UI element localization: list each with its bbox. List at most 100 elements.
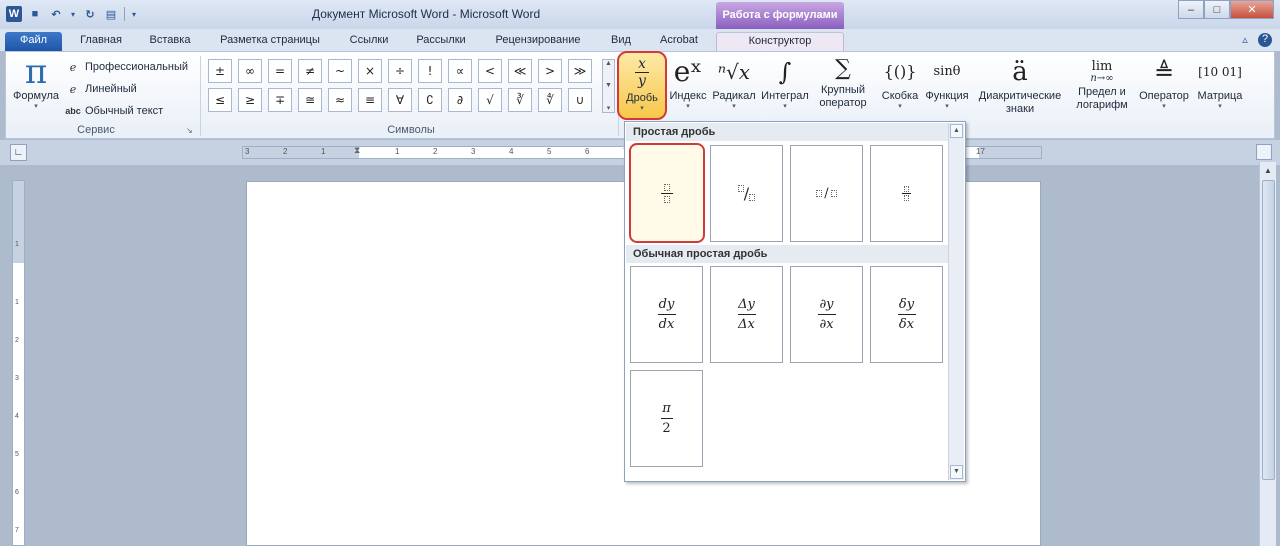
section-title-common-fraction: Обычная простая дробь	[626, 245, 948, 263]
symbol-minus-plus[interactable]: ∓	[268, 88, 292, 112]
function-button[interactable]: sinθ Функция ▾	[922, 54, 972, 111]
scroll-thumb[interactable]	[1262, 180, 1275, 480]
script-button[interactable]: eˣ Индекс ▾	[668, 54, 708, 111]
symbol-less-equal[interactable]: ≤	[208, 88, 232, 112]
professional-button[interactable]: e Профессиональный	[65, 56, 188, 78]
linear-button[interactable]: e Линейный	[65, 78, 188, 100]
window-title: Документ Microsoft Word - Microsoft Word	[312, 7, 541, 21]
maximize-button[interactable]: □	[1204, 0, 1230, 19]
symbol-approx[interactable]: ≈	[328, 88, 352, 112]
bracket-label: Скобка	[881, 90, 919, 102]
scroll-up-icon[interactable]: ▲	[1260, 162, 1276, 179]
group-launcher-icon[interactable]: ↘	[186, 126, 193, 135]
linear-fraction-option[interactable]: /	[790, 145, 863, 242]
help-icon[interactable]: ?	[1258, 33, 1272, 47]
symbol-greater-equal[interactable]: ≥	[238, 88, 262, 112]
save-icon[interactable]: ■	[27, 6, 43, 22]
more-symbols-icon[interactable]: ▾	[607, 104, 611, 112]
limit-log-button[interactable]: lim n→∞ Предел и логарифм	[1068, 54, 1136, 112]
symbol-factorial[interactable]: !	[418, 59, 442, 83]
symbol-partial[interactable]: ∂	[448, 88, 472, 112]
symbol-congruent[interactable]: ≅	[298, 88, 322, 112]
symbol-plus-minus[interactable]: ±	[208, 59, 232, 83]
minimize-button[interactable]: –	[1178, 0, 1204, 19]
tab-insert[interactable]: Вставка	[139, 32, 201, 51]
service-group-label: Сервис	[77, 124, 115, 136]
symbol-sqrt[interactable]: √	[478, 88, 502, 112]
symbol-infinity[interactable]: ∞	[238, 59, 262, 83]
vertical-ruler[interactable]: 1 1 2 3 4 5 6 7	[12, 180, 25, 546]
close-button[interactable]: ✕	[1230, 0, 1274, 19]
small-fraction-option[interactable]	[870, 145, 943, 242]
symbol-greater[interactable]: >	[538, 59, 562, 83]
scroll-down-icon[interactable]: ▼	[605, 82, 612, 89]
large-operator-button[interactable]: ∑ Крупный оператор	[812, 54, 874, 110]
formula-button[interactable]: π Формула ▾	[10, 54, 62, 111]
undo-icon[interactable]: ↶	[48, 6, 64, 22]
symbols-scroll[interactable]: ▲ ▼ ▾	[602, 59, 615, 113]
tab-references[interactable]: Ссылки	[338, 32, 400, 51]
symbol-much-greater[interactable]: ≫	[568, 59, 592, 83]
fraction-button[interactable]: x y Дробь ▾	[617, 51, 667, 120]
tab-view[interactable]: Вид	[602, 32, 640, 51]
denominator: δx	[898, 317, 915, 332]
symbol-less[interactable]: <	[478, 59, 502, 83]
collapse-ribbon-icon[interactable]: ▵	[1238, 33, 1252, 47]
tab-selector-icon[interactable]: ∟	[10, 144, 27, 161]
fraction-pi-over-2-option[interactable]: π2	[630, 370, 703, 467]
symbol-union[interactable]: ∪	[568, 88, 592, 112]
matrix-button[interactable]: [10 01] Матрица ▾	[1192, 54, 1248, 111]
fraction-dy-dx-option[interactable]: dy dx	[630, 266, 703, 363]
fraction-partial-option[interactable]: ∂y ∂x	[790, 266, 863, 363]
tab-file[interactable]: Файл	[5, 32, 62, 51]
indent-marker-icon[interactable]: ⧗	[354, 147, 360, 156]
symbol-equals[interactable]: =	[268, 59, 292, 83]
vertical-scrollbar[interactable]: ▲	[1259, 162, 1276, 546]
accent-label-2: знаки	[1005, 103, 1035, 115]
symbols-grid: ± ∞ = ≠ ~ × ÷ ! ∝ < ≪ > ≫ ≤ ≥ ∓ ≅ ≈ ≡ ∀ …	[208, 59, 593, 112]
scroll-up-icon[interactable]: ▲	[605, 60, 612, 67]
bracket-button[interactable]: {()} Скобка ▾	[878, 54, 922, 111]
symbol-cbrt[interactable]: ∛	[508, 88, 532, 112]
redo-icon[interactable]: ↻	[82, 6, 98, 22]
radical-button[interactable]: ⁿ√x Радикал ▾	[710, 54, 758, 111]
tab-constructor[interactable]: Конструктор	[716, 32, 844, 51]
tab-mailings[interactable]: Рассылки	[408, 32, 474, 51]
fraction-delta-option[interactable]: Δy Δx	[710, 266, 783, 363]
accent-button[interactable]: ä Диакритические знаки	[972, 54, 1068, 116]
symbol-for-all[interactable]: ∀	[388, 88, 412, 112]
symbol-fourth-root[interactable]: ∜	[538, 88, 562, 112]
operator-button[interactable]: ≜ Оператор ▾	[1136, 54, 1192, 111]
tab-home[interactable]: Главная	[70, 32, 132, 51]
gallery-scrollbar[interactable]: ▲ ▼	[948, 123, 964, 480]
view-ruler-icon[interactable]	[1256, 144, 1272, 160]
fraction-num: x	[638, 56, 646, 72]
tab-page-layout[interactable]: Разметка страницы	[210, 32, 330, 51]
skewed-fraction-option[interactable]: /	[710, 145, 783, 242]
scroll-down-icon[interactable]: ▼	[950, 465, 963, 479]
function-label: Функция	[925, 90, 969, 102]
symbol-complement[interactable]: ∁	[418, 88, 442, 112]
fraction-small-delta-option[interactable]: δy δx	[870, 266, 943, 363]
plain-text-button[interactable]: abc Обычный текст	[65, 100, 188, 122]
tab-acrobat[interactable]: Acrobat	[650, 32, 708, 51]
integral-button[interactable]: ∫ Интеграл ▾	[758, 54, 812, 111]
symbol-not-equal[interactable]: ≠	[298, 59, 322, 83]
symbol-times[interactable]: ×	[358, 59, 382, 83]
undo-dropdown-icon[interactable]: ▾	[69, 6, 77, 22]
symbol-identical[interactable]: ≡	[358, 88, 382, 112]
stacked-fraction-option[interactable]	[629, 143, 705, 243]
clipboard-icon[interactable]: ▤	[103, 6, 119, 22]
symbol-divide[interactable]: ÷	[388, 59, 412, 83]
symbol-much-less[interactable]: ≪	[508, 59, 532, 83]
tab-review[interactable]: Рецензирование	[484, 32, 592, 51]
ruler-number: 3	[245, 147, 250, 156]
placeholder-box	[664, 195, 670, 203]
symbol-proportional[interactable]: ∝	[448, 59, 472, 83]
symbol-tilde[interactable]: ~	[328, 59, 352, 83]
integral-label: Интеграл	[761, 90, 809, 102]
slash-icon: /	[824, 186, 829, 201]
word-app-icon[interactable]: W	[6, 6, 22, 22]
customize-qat-icon[interactable]: ▾	[130, 6, 138, 22]
scroll-up-icon[interactable]: ▲	[950, 124, 963, 138]
